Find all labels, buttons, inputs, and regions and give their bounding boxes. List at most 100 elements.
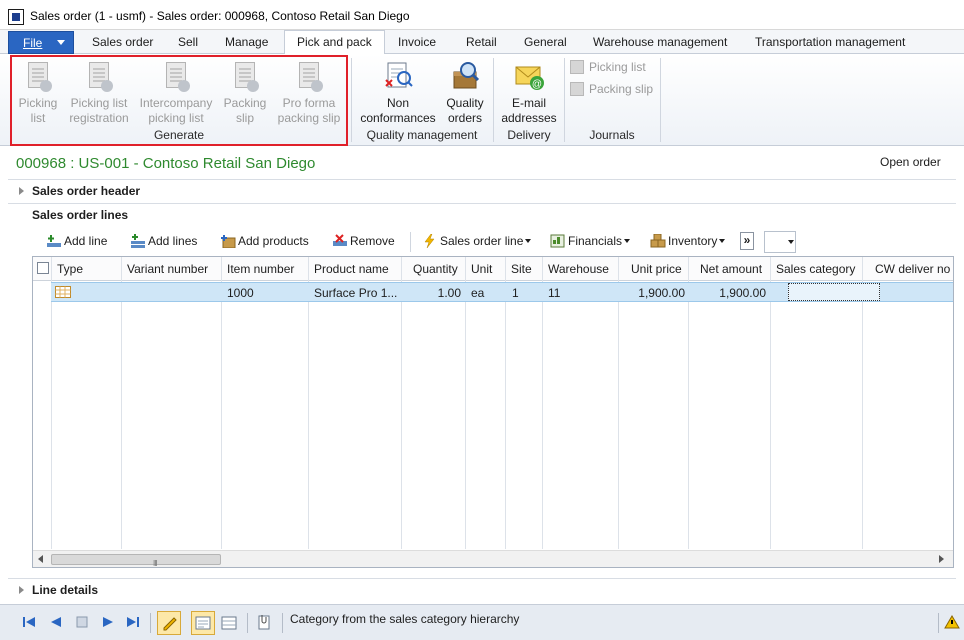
column-header-warehouse[interactable]: Warehouse: [548, 262, 609, 276]
item-number-cell[interactable]: 1000: [227, 286, 254, 300]
quality-orders-button[interactable]: Quality orders: [442, 60, 488, 126]
first-record-icon[interactable]: [22, 615, 38, 629]
status-label: Open order: [880, 155, 941, 169]
button-label: Remove: [350, 234, 395, 248]
warehouse-cell[interactable]: 11: [548, 286, 560, 300]
table-row[interactable]: 1000 Surface Pro 1... 1.00 ea 1 11 1,900…: [51, 282, 953, 302]
tab-retail[interactable]: Retail: [466, 35, 497, 49]
unit-cell[interactable]: ea: [471, 286, 484, 300]
next-record-icon[interactable]: [100, 615, 116, 629]
details-view-button[interactable]: [191, 611, 215, 635]
fasttab-line-details[interactable]: Line details: [8, 578, 956, 602]
financials-menu[interactable]: Financials: [550, 234, 631, 248]
column-header-cw-deliver[interactable]: CW deliver no: [875, 262, 950, 276]
record-list-icon[interactable]: [74, 615, 90, 629]
add-lines-button[interactable]: Add lines: [130, 234, 197, 248]
packing-slip-journal-icon: [570, 82, 584, 96]
group-label-quality-management: Quality management: [366, 128, 478, 142]
non-conformances-button[interactable]: Non conformances: [356, 60, 440, 126]
column-header-net-amount[interactable]: Net amount: [700, 262, 762, 276]
scroll-grip: III: [153, 559, 158, 568]
group-label-delivery: Delivery: [507, 128, 551, 142]
financials-icon: [550, 234, 566, 248]
add-line-button[interactable]: Add line: [46, 234, 107, 248]
remove-icon: [332, 234, 348, 248]
product-name-cell[interactable]: Surface Pro 1...: [314, 286, 397, 300]
horizontal-scrollbar[interactable]: III: [33, 550, 953, 568]
scrollbar-thumb[interactable]: III: [51, 554, 221, 568]
tab-transportation-management[interactable]: Transportation management: [755, 35, 905, 49]
column-header-variant-number[interactable]: Variant number: [127, 262, 208, 276]
ribbon-tab-strip: File Sales order Sell Manage Pick and pa…: [0, 30, 964, 55]
warning-icon[interactable]: [944, 615, 960, 629]
status-divider: [938, 613, 939, 633]
grid-header: Type Variant number Item number Product …: [33, 257, 953, 281]
net-amount-cell[interactable]: 1,900.00: [691, 286, 766, 300]
add-products-button[interactable]: Add products: [220, 234, 309, 249]
pencil-icon: [163, 617, 177, 631]
fasttab-label: Sales order header: [32, 184, 141, 198]
column-header-unit[interactable]: Unit: [471, 262, 492, 276]
button-label: orders: [447, 111, 482, 125]
journal-packing-slip-button[interactable]: Packing slip: [570, 82, 653, 96]
toolbar-dropdown[interactable]: [764, 231, 796, 253]
lines-toolbar: Add line Add lines Add products Remove S…: [32, 228, 956, 256]
quantity-cell[interactable]: 1.00: [407, 286, 461, 300]
sales-category-cell[interactable]: [788, 283, 880, 301]
page-title: 000968 : US-001 - Contoso Retail San Die…: [16, 155, 316, 172]
fasttab-sales-order-header[interactable]: Sales order header: [8, 180, 956, 204]
quality-orders-icon: [449, 60, 481, 92]
tab-sales-order[interactable]: Sales order: [92, 35, 153, 49]
form-view-icon: [195, 616, 211, 630]
button-label: Financials: [568, 234, 623, 248]
remove-button[interactable]: Remove: [332, 234, 395, 248]
select-all-checkbox[interactable]: [37, 262, 49, 274]
column-header-product-name[interactable]: Product name: [314, 262, 389, 276]
add-line-icon: [46, 234, 62, 248]
email-icon: @: [513, 60, 545, 92]
picking-list-journal-icon: [570, 60, 584, 74]
grid-view-button[interactable]: [217, 611, 241, 635]
status-message: Category from the sales category hierarc…: [290, 612, 520, 626]
status-divider: [150, 613, 151, 633]
column-header-site[interactable]: Site: [511, 262, 532, 276]
column-header-quantity[interactable]: Quantity: [413, 262, 458, 276]
scroll-left-icon[interactable]: [38, 555, 43, 563]
column-header-unit-price[interactable]: Unit price: [631, 262, 682, 276]
file-menu-label: File: [23, 36, 43, 50]
chevron-down-icon: [788, 240, 794, 244]
expand-arrow-icon: [19, 187, 24, 195]
edit-mode-button[interactable]: [157, 611, 181, 635]
tab-pick-and-pack[interactable]: Pick and pack: [284, 30, 385, 55]
tab-invoice[interactable]: Invoice: [398, 35, 436, 49]
attachments-button[interactable]: [252, 611, 276, 635]
highlight-annotation: [10, 55, 348, 146]
email-addresses-button[interactable]: @ E-mail addresses: [498, 60, 560, 126]
site-cell[interactable]: 1: [512, 286, 519, 300]
tab-manage[interactable]: Manage: [225, 35, 268, 49]
column-header-item-number[interactable]: Item number: [227, 262, 294, 276]
journal-picking-list-button[interactable]: Picking list: [570, 60, 646, 74]
tab-sell[interactable]: Sell: [178, 35, 198, 49]
scroll-right-icon[interactable]: [939, 555, 944, 563]
previous-record-icon[interactable]: [48, 615, 64, 629]
group-divider: [564, 58, 565, 142]
last-record-icon[interactable]: [124, 615, 140, 629]
toolbar-divider: [410, 232, 411, 252]
unit-price-cell[interactable]: 1,900.00: [621, 286, 685, 300]
chevron-down-icon: [57, 40, 65, 45]
tab-warehouse-management[interactable]: Warehouse management: [593, 35, 727, 49]
expand-arrow-icon: [19, 586, 24, 594]
chevron-down-icon: [525, 239, 532, 243]
column-header-type[interactable]: Type: [57, 262, 83, 276]
more-commands-button[interactable]: »: [740, 232, 754, 250]
sales-order-line-menu[interactable]: Sales order line: [422, 233, 532, 249]
fasttab-sales-order-lines[interactable]: Sales order lines: [8, 204, 956, 228]
inventory-menu[interactable]: Inventory: [650, 233, 726, 248]
tab-general[interactable]: General: [524, 35, 567, 49]
svg-text:@: @: [532, 79, 542, 90]
group-divider: [351, 58, 352, 142]
group-label-journals: Journals: [589, 128, 635, 142]
file-menu-button[interactable]: File: [8, 31, 74, 54]
column-header-sales-category[interactable]: Sales category: [776, 262, 855, 276]
